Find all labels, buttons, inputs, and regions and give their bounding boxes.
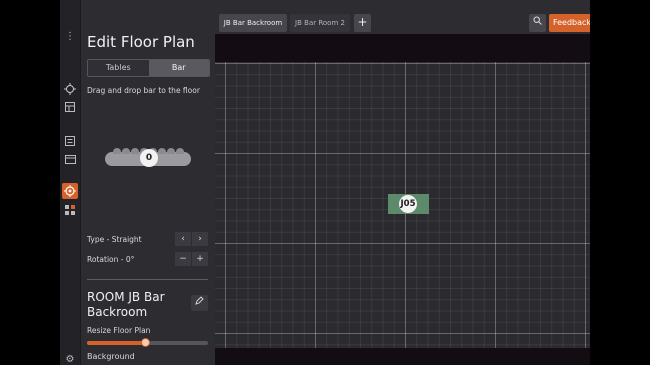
feedback-button[interactable]: Feedback bbox=[549, 14, 590, 32]
element-type-tabs: Tables Bar bbox=[87, 59, 210, 77]
bar-seat bbox=[176, 148, 184, 154]
type-switcher: ‹ › bbox=[175, 232, 208, 246]
rotation-label: Rotation - 0° bbox=[87, 255, 135, 264]
drag-hint: Drag and drop bar to the floor bbox=[87, 86, 200, 95]
draggable-bar-preview[interactable]: 0 bbox=[105, 148, 191, 167]
rotate-decrease-button[interactable]: − bbox=[175, 252, 191, 266]
bar-seat bbox=[122, 148, 130, 154]
search-button[interactable] bbox=[529, 14, 546, 32]
edit-room-button[interactable] bbox=[191, 295, 208, 311]
bar-seat bbox=[113, 148, 121, 154]
type-label: Type - Straight bbox=[87, 235, 142, 244]
more-vertical-icon[interactable]: ⋮ bbox=[62, 28, 78, 44]
tab-bar[interactable]: Bar bbox=[148, 60, 209, 76]
floor-plan-icon[interactable] bbox=[62, 81, 78, 97]
resize-slider-fill bbox=[87, 341, 146, 345]
rotate-increase-button[interactable]: + bbox=[192, 252, 208, 266]
app-frame: ⋮ ⚙ Edit Floor Plan Tables Bar Drag and … bbox=[60, 0, 590, 365]
rotation-controls: − + bbox=[175, 252, 208, 266]
table-label: J05 bbox=[399, 195, 417, 213]
icon-rail: ⋮ ⚙ bbox=[60, 0, 81, 365]
search-icon bbox=[533, 16, 542, 25]
type-next-button[interactable]: › bbox=[192, 232, 208, 246]
divider bbox=[87, 279, 208, 280]
floor-grid[interactable]: J05 bbox=[215, 62, 590, 348]
panel-title: Edit Floor Plan bbox=[87, 33, 195, 51]
floor-canvas: J05 bbox=[215, 34, 590, 365]
resize-label: Resize Floor Plan bbox=[87, 326, 151, 335]
tab-jb-bar-backroom[interactable]: JB Bar Backroom bbox=[219, 14, 287, 32]
resize-slider[interactable] bbox=[87, 338, 208, 347]
add-room-button[interactable]: + bbox=[354, 14, 371, 32]
bar-number: 0 bbox=[140, 149, 158, 167]
edit-floor-plan-panel: Edit Floor Plan Tables Bar Drag and drop… bbox=[81, 0, 215, 365]
list-icon[interactable] bbox=[62, 133, 78, 149]
tab-jb-bar-room-2[interactable]: JB Bar Room 2 bbox=[290, 14, 350, 32]
bar-seat bbox=[158, 148, 166, 154]
type-prev-button[interactable]: ‹ bbox=[175, 232, 191, 246]
pencil-icon bbox=[195, 296, 204, 305]
room-name: ROOM JB Bar Backroom bbox=[87, 290, 165, 319]
grid-squares-icon[interactable] bbox=[62, 202, 78, 218]
tab-tables[interactable]: Tables bbox=[88, 60, 149, 76]
bar-seat bbox=[131, 148, 139, 154]
room-tabs-bar: JB Bar Backroom JB Bar Room 2 + Feedback bbox=[215, 0, 590, 34]
background-label: Background bbox=[87, 352, 135, 361]
resize-slider-thumb[interactable] bbox=[141, 338, 151, 347]
settings-gear-icon[interactable]: ⚙ bbox=[62, 351, 78, 365]
table-j05[interactable]: J05 bbox=[388, 194, 429, 214]
card-icon[interactable] bbox=[62, 151, 78, 167]
target-icon[interactable] bbox=[62, 183, 78, 199]
layout-icon[interactable] bbox=[62, 99, 78, 115]
bar-seat bbox=[167, 148, 175, 154]
